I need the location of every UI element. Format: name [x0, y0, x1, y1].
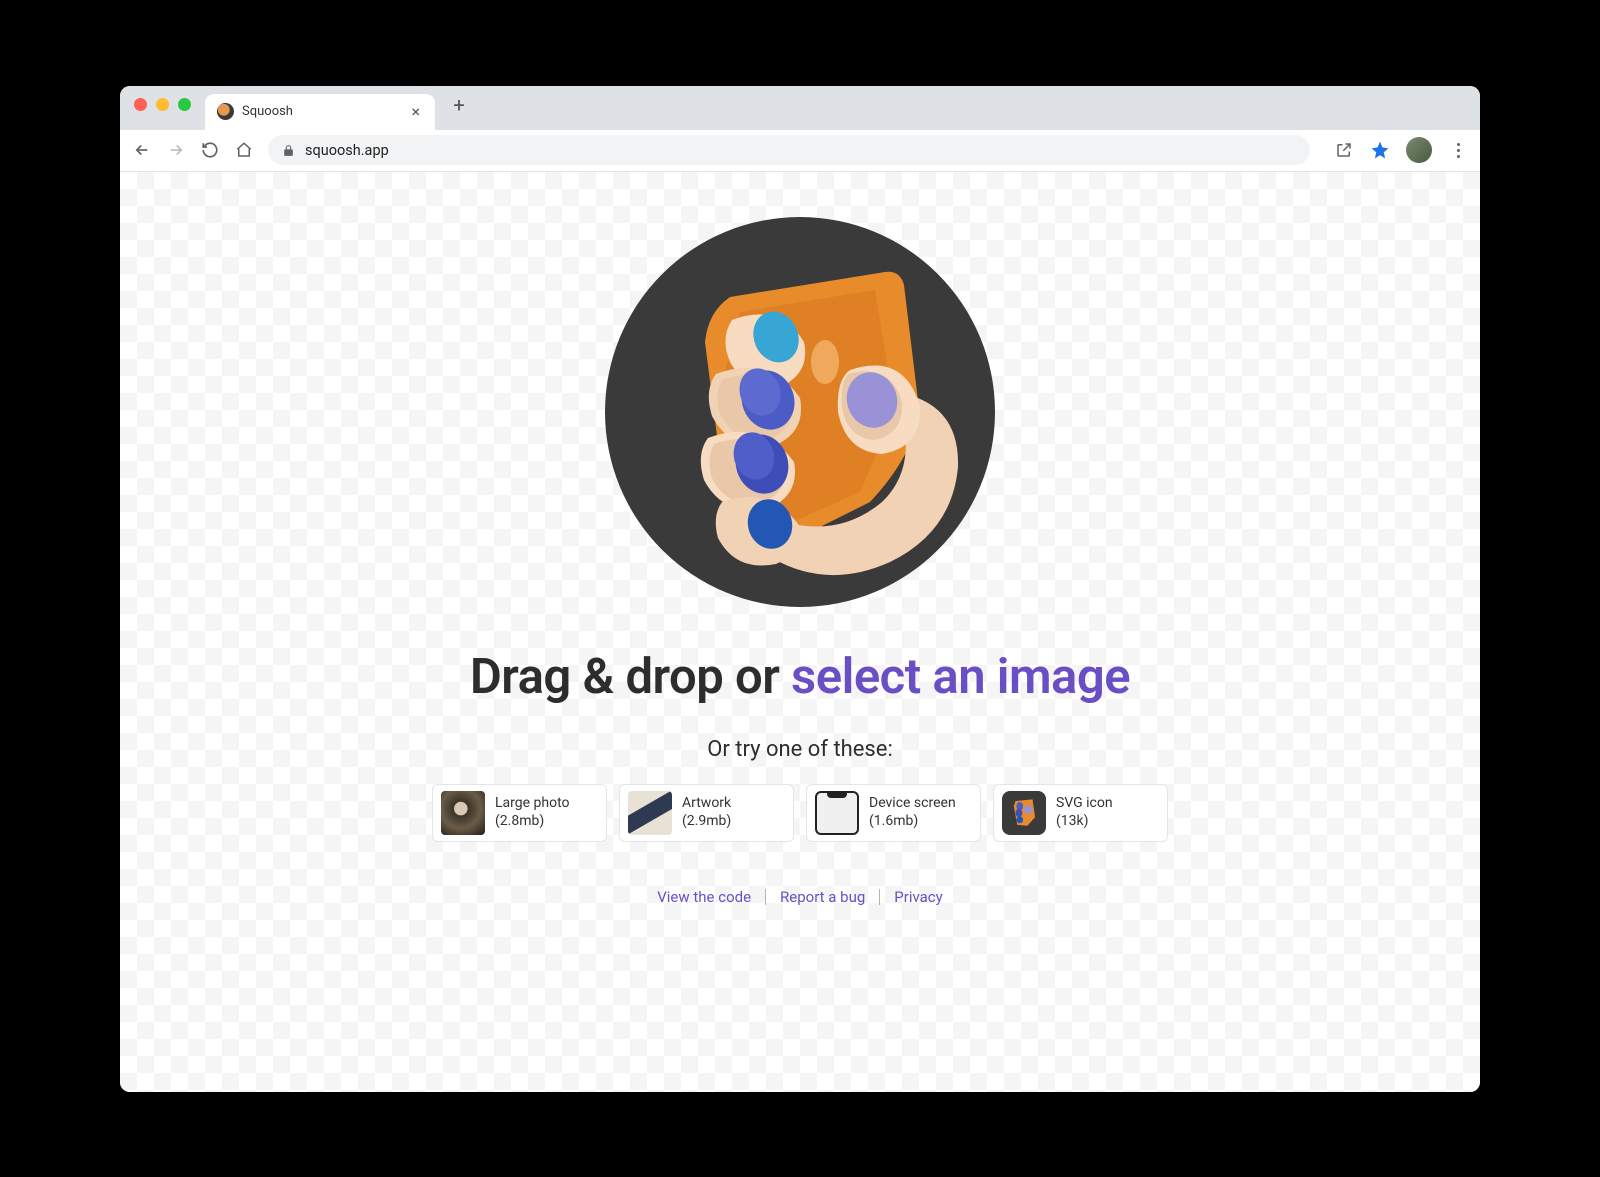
select-image-link[interactable]: select an image: [791, 648, 1130, 705]
profile-avatar[interactable]: [1406, 137, 1432, 163]
footer-links: View the code Report a bug Privacy: [657, 888, 943, 906]
maximize-window-button[interactable]: [178, 98, 191, 111]
sample-thumbnail-icon: [628, 791, 672, 835]
bookmark-star-icon[interactable]: [1370, 140, 1390, 160]
favicon-icon: [217, 103, 234, 120]
sample-list: Large photo (2.8mb) Artwork (2.9mb) Devi…: [432, 784, 1168, 842]
close-tab-button[interactable]: ×: [408, 102, 423, 121]
sample-large-photo[interactable]: Large photo (2.8mb): [432, 784, 607, 842]
open-external-icon[interactable]: [1334, 140, 1354, 160]
browser-tab[interactable]: Squoosh ×: [205, 94, 435, 130]
back-button[interactable]: [132, 140, 152, 160]
minimize-window-button[interactable]: [156, 98, 169, 111]
browser-menu-button[interactable]: [1448, 140, 1468, 160]
headline-prefix: Drag & drop or: [470, 648, 791, 705]
reload-button[interactable]: [200, 140, 220, 160]
tab-title: Squoosh: [242, 104, 400, 119]
address-bar: squoosh.app: [120, 130, 1480, 172]
new-tab-button[interactable]: +: [445, 91, 473, 119]
window-controls: [134, 98, 191, 111]
subheading: Or try one of these:: [707, 737, 893, 762]
sample-label: Device screen (1.6mb): [869, 795, 956, 830]
headline: Drag & drop or select an image: [470, 648, 1130, 705]
view-code-link[interactable]: View the code: [657, 888, 751, 906]
sample-label: SVG icon (13k): [1056, 795, 1113, 830]
home-button[interactable]: [234, 140, 254, 160]
sample-thumbnail-icon: [441, 791, 485, 835]
tab-strip: Squoosh × +: [120, 86, 1480, 130]
squoosh-logo-icon: [590, 202, 1010, 622]
sample-thumbnail-icon: [1002, 791, 1046, 835]
report-bug-link[interactable]: Report a bug: [780, 888, 865, 906]
separator-icon: [879, 889, 880, 905]
sample-artwork[interactable]: Artwork (2.9mb): [619, 784, 794, 842]
page-content[interactable]: Drag & drop or select an image Or try on…: [120, 172, 1480, 1092]
lock-icon: [282, 144, 295, 157]
sample-label: Large photo (2.8mb): [495, 795, 570, 830]
url-input[interactable]: squoosh.app: [268, 135, 1310, 165]
sample-thumbnail-icon: [815, 791, 859, 835]
url-text: squoosh.app: [305, 142, 389, 159]
separator-icon: [765, 889, 766, 905]
sample-device-screen[interactable]: Device screen (1.6mb): [806, 784, 981, 842]
forward-button[interactable]: [166, 140, 186, 160]
close-window-button[interactable]: [134, 98, 147, 111]
browser-window: Squoosh × + squoosh.app: [120, 86, 1480, 1092]
sample-svg-icon[interactable]: SVG icon (13k): [993, 784, 1168, 842]
privacy-link[interactable]: Privacy: [894, 888, 942, 906]
sample-label: Artwork (2.9mb): [682, 795, 731, 830]
